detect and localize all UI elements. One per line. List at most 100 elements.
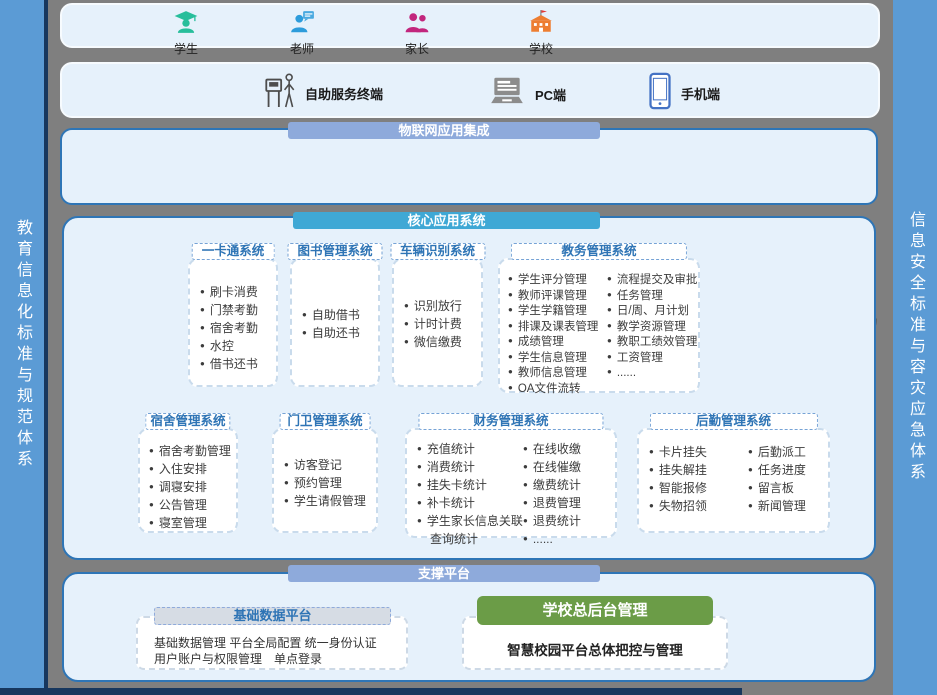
system-box-title: 后勤管理系统 <box>649 413 817 430</box>
list-item: 在线收缴 <box>523 441 615 459</box>
list-item: 微信缴费 <box>404 334 481 352</box>
terminal-kiosk: 自助服务终端 <box>264 69 383 118</box>
list-item: 日/周、月计划 <box>607 304 698 320</box>
terminal-label: 手机端 <box>681 84 720 103</box>
parents-icon <box>404 22 430 39</box>
list-item: 任务管理 <box>607 289 698 305</box>
list-item: 退费统计 <box>523 513 615 531</box>
list-item: 识别放行 <box>404 298 481 316</box>
list-item: 教职工绩效管理 <box>607 335 698 351</box>
teacher-icon <box>289 22 315 39</box>
list-item: 访客登记 <box>284 457 376 475</box>
student-icon <box>173 22 199 39</box>
support-banner: 支撑平台 <box>288 565 600 582</box>
list-item: 寝室管理 <box>149 515 236 533</box>
list-item: 学生请假管理 <box>284 493 376 511</box>
school-admin-title: 学校总后台管理 <box>477 596 713 625</box>
list-item: 缴费统计 <box>523 477 615 495</box>
system-box-title: 教务管理系统 <box>511 243 687 260</box>
phone-icon <box>648 72 672 115</box>
users-panel: 学生 老师 家长 学校 <box>60 3 880 48</box>
list-item: 水控 <box>200 338 276 356</box>
right-sidebar-label: 信息安全标准与容灾应急体系 <box>903 211 927 484</box>
bottom-accent-bar <box>0 688 742 695</box>
list-item: 排课及课表管理 <box>508 320 607 336</box>
list-item: 工资管理 <box>607 351 698 367</box>
list-item: 入住安排 <box>149 461 236 479</box>
user-label: 家长 <box>375 40 459 57</box>
iot-banner: 物联网应用集成 <box>288 122 600 139</box>
list-item: 任务进度 <box>748 462 828 480</box>
list-item: 在线催缴 <box>523 459 615 477</box>
list-item: 退费管理 <box>523 495 615 513</box>
user-parent: 家长 <box>375 9 459 57</box>
smart-campus-architecture-diagram: 教育信息化标准与规范体系 信息安全标准与容灾应急体系 学生 老师 家长 <box>0 0 937 695</box>
list-item: 学生信息管理 <box>508 351 607 367</box>
list-item: 失物招领 <box>649 498 748 516</box>
list-item: 成绩管理 <box>508 335 607 351</box>
list-item: 调寝安排 <box>149 479 236 497</box>
terminal-pc: PC端 <box>488 76 566 113</box>
system-box-vehicle: 车辆识别系统 识别放行 计时计费 微信缴费 <box>392 258 483 387</box>
list-item: 自助借书 <box>302 307 378 325</box>
system-box-title: 财务管理系统 <box>418 413 603 430</box>
system-box-title: 车辆识别系统 <box>390 243 485 260</box>
left-sidebar-label: 教育信息化标准与规范体系 <box>10 219 34 471</box>
base-data-platform-title: 基础数据平台 <box>154 607 391 625</box>
kiosk-icon <box>264 69 296 118</box>
system-box-finance: 财务管理系统 充值统计 消费统计 挂失卡统计 补卡统计 学生家长信息关联查询统计… <box>405 428 617 538</box>
list-item: 教学资源管理 <box>607 320 698 336</box>
list-item: 卡片挂失 <box>649 444 748 462</box>
system-box-library: 图书管理系统 自助借书 自助还书 <box>290 258 380 387</box>
user-student: 学生 <box>144 9 228 57</box>
terminals-panel: 自助服务终端 PC端 手机端 <box>60 62 880 118</box>
system-box-academic: 教务管理系统 学生评分管理 教师评课管理 学生学籍管理 排课及课表管理 成绩管理… <box>498 258 700 393</box>
system-box-title: 一卡通系统 <box>192 243 275 260</box>
system-box-title: 门卫管理系统 <box>280 413 371 430</box>
school-icon <box>528 22 554 39</box>
left-sidebar: 教育信息化标准与规范体系 <box>0 0 44 689</box>
list-item: 挂失解挂 <box>649 462 748 480</box>
base-platform-line2: 用户账户与权限管理 单点登录 <box>154 651 398 667</box>
user-school: 学校 <box>499 9 583 57</box>
list-item: ...... <box>607 366 698 382</box>
list-item: OA文件流转 <box>508 382 607 398</box>
user-label: 老师 <box>260 40 344 57</box>
core-banner: 核心应用系统 <box>293 212 600 229</box>
terminal-label: PC端 <box>535 85 566 104</box>
list-item: 计时计费 <box>404 316 481 334</box>
terminal-label: 自助服务终端 <box>305 84 383 103</box>
list-item: 消费统计 <box>417 459 523 477</box>
list-item: 预约管理 <box>284 475 376 493</box>
list-item: ...... <box>523 531 615 549</box>
list-item: 宿舍考勤 <box>200 320 276 338</box>
user-teacher: 老师 <box>260 9 344 57</box>
system-box-title: 宿舍管理系统 <box>145 413 230 430</box>
list-item: 挂失卡统计 <box>417 477 523 495</box>
list-item: 教师信息管理 <box>508 366 607 382</box>
list-item: 刷卡消费 <box>200 284 276 302</box>
list-item: 学生评分管理 <box>508 273 607 289</box>
list-item: 流程提交及审批 <box>607 273 698 289</box>
system-box-logistics: 后勤管理系统 卡片挂失 挂失解挂 智能报修 失物招领 后勤派工 任务进度 留言板… <box>637 428 830 533</box>
list-item: 宿舍考勤管理 <box>149 443 236 461</box>
list-item: 后勤派工 <box>748 444 828 462</box>
list-item: 学生家长信息关联查询统计 <box>417 513 523 547</box>
list-item: 新闻管理 <box>748 498 828 516</box>
terminal-mobile: 手机端 <box>648 72 720 115</box>
list-item: 教师评课管理 <box>508 289 607 305</box>
base-platform-line1: 基础数据管理 平台全局配置 统一身份认证 <box>154 635 398 651</box>
system-box-onecard: 一卡通系统 刷卡消费 门禁考勤 宿舍考勤 水控 借书还书 <box>188 258 278 387</box>
list-item: 门禁考勤 <box>200 302 276 320</box>
list-item: 公告管理 <box>149 497 236 515</box>
right-sidebar: 信息安全标准与容灾应急体系 <box>893 0 937 695</box>
list-item: 留言板 <box>748 480 828 498</box>
iot-panel: 智慧门禁 智慧一卡通 智慧停车场 智慧安防 智慧考勤 <box>60 128 878 205</box>
system-box-gate: 门卫管理系统 访客登记 预约管理 学生请假管理 <box>272 428 378 533</box>
left-accent-line <box>44 0 48 689</box>
list-item: 智能报修 <box>649 480 748 498</box>
user-label: 学生 <box>144 40 228 57</box>
list-item: 自助还书 <box>302 325 378 343</box>
list-item: 借书还书 <box>200 356 276 374</box>
system-box-dorm: 宿舍管理系统 宿舍考勤管理 入住安排 调寝安排 公告管理 寝室管理 <box>138 428 238 533</box>
